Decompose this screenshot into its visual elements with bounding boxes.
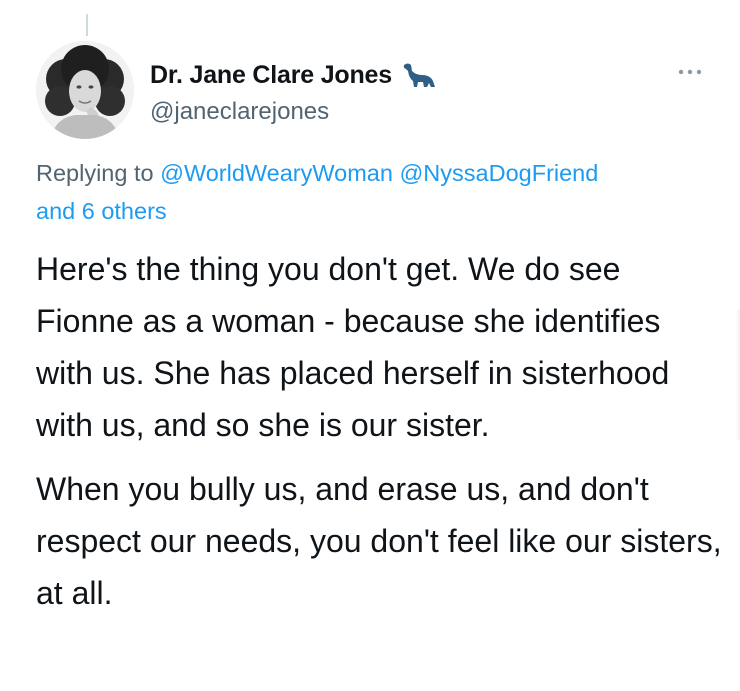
- others-link[interactable]: and 6 others: [36, 198, 167, 224]
- author-display-name[interactable]: Dr. Jane Clare Jones: [150, 61, 392, 90]
- mention-link[interactable]: @NyssaDogFriend: [399, 160, 598, 186]
- dinosaur-icon: [402, 61, 436, 89]
- mention-link[interactable]: @WorldWearyWoman: [160, 160, 393, 186]
- author-header: Dr. Jane Clare Jones @janeclarejones: [150, 58, 436, 126]
- avatar[interactable]: [36, 41, 134, 139]
- tweet-paragraph: When you bully us, and erase us, and don…: [36, 471, 722, 611]
- tweet-paragraph: Here's the thing you don't get. We do se…: [36, 251, 670, 443]
- replying-to-label: Replying to: [36, 160, 154, 186]
- scrollbar-edge: [736, 310, 740, 440]
- more-options-icon[interactable]: [677, 62, 703, 82]
- thread-connector-line: [86, 14, 88, 36]
- tweet-card: Dr. Jane Clare Jones @janeclarejones Rep…: [0, 0, 740, 691]
- reply-context: Replying to @WorldWearyWoman @NyssaDogFr…: [36, 154, 726, 230]
- author-handle[interactable]: @janeclarejones: [150, 98, 436, 126]
- author-name-row: Dr. Jane Clare Jones: [150, 58, 436, 92]
- tweet-body: Here's the thing you don't get. We do se…: [36, 243, 726, 619]
